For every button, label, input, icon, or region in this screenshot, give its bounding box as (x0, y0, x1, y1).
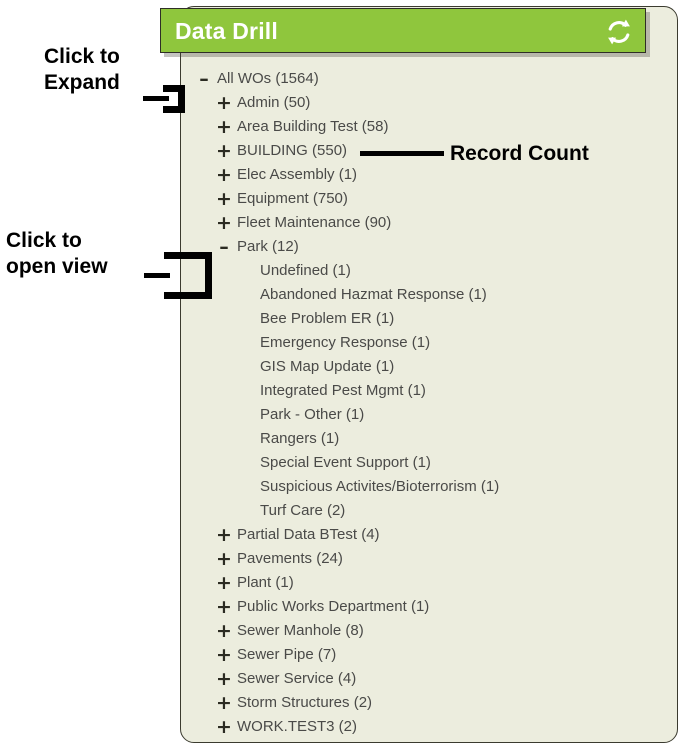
tree-row[interactable]: Rangers (1) (181, 427, 677, 451)
tree-row[interactable]: + Sewer Manhole (8) (181, 619, 677, 643)
tree-row[interactable]: + Storm Structures (2) (181, 691, 677, 715)
tree-row[interactable]: + Plant (1) (181, 571, 677, 595)
tree-item-label: All WOs (1564) (217, 70, 319, 87)
panel-header: Data Drill (160, 8, 646, 53)
tree-row[interactable]: GIS Map Update (1) (181, 355, 677, 379)
tree-row[interactable]: Integrated Pest Mgmt (1) (181, 379, 677, 403)
tree-item-label: Public Works Department (1) (237, 598, 430, 615)
tree-item-label: Equipment (750) (237, 190, 348, 207)
record-count-leader-line (360, 151, 444, 156)
data-drill-tree: – All WOs (1564) + Admin (50) + Area Building… (181, 67, 677, 739)
tree-row[interactable]: Special Event Support (1) (181, 451, 677, 475)
tree-item-label: Rangers (1) (260, 430, 340, 447)
tree-item-label: Park - Other (1) (260, 406, 365, 423)
tree-row[interactable]: Park - Other (1) (181, 403, 677, 427)
plus-icon[interactable]: + (215, 118, 233, 137)
tree-item-label: Special Event Support (1) (260, 454, 431, 471)
plus-icon[interactable]: + (215, 526, 233, 545)
tree-row[interactable]: + Equipment (750) (181, 187, 677, 211)
plus-icon[interactable]: + (215, 214, 233, 233)
tree-item-label: Admin (50) (237, 94, 311, 111)
tree-item-label: Plant (1) (237, 574, 294, 591)
plus-icon[interactable]: + (215, 670, 233, 689)
data-drill-panel: – All WOs (1564) + Admin (50) + Area Building… (180, 6, 678, 743)
tree-row[interactable]: Abandoned Hazmat Response (1) (181, 283, 677, 307)
page-title: Data Drill (175, 18, 278, 44)
tree-item-label: Emergency Response (1) (260, 334, 431, 351)
tree-row[interactable]: Suspicious Activites/Bioterrorism (1) (181, 475, 677, 499)
tree-item-label: Abandoned Hazmat Response (1) (260, 286, 487, 303)
tree-row[interactable]: Bee Problem ER (1) (181, 307, 677, 331)
tree-item-label: Sewer Service (4) (237, 670, 357, 687)
tree-row[interactable]: Turf Care (2) (181, 499, 677, 523)
plus-icon[interactable]: + (215, 598, 233, 617)
tree-item-label: WORK.TEST3 (2) (237, 718, 358, 735)
tree-item-label: Suspicious Activites/Bioterrorism (1) (260, 478, 500, 495)
tree-row[interactable]: + WORK.TEST3 (2) (181, 715, 677, 739)
tree-item-label: Bee Problem ER (1) (260, 310, 395, 327)
open-view-callout-bracket (164, 252, 212, 299)
tree-row[interactable]: + Fleet Maintenance (90) (181, 211, 677, 235)
plus-icon[interactable]: + (215, 646, 233, 665)
tree-row[interactable]: + Pavements (24) (181, 547, 677, 571)
expand-callout-bracket (163, 85, 185, 113)
plus-icon[interactable]: + (215, 142, 233, 161)
tree-item-label: Fleet Maintenance (90) (237, 214, 392, 231)
tree-row[interactable]: + Partial Data BTest (4) (181, 523, 677, 547)
plus-icon[interactable]: + (215, 694, 233, 713)
tree-row[interactable]: Undefined (1) (181, 259, 677, 283)
tree-item-label: Storm Structures (2) (237, 694, 373, 711)
tree-item-label: Partial Data BTest (4) (237, 526, 380, 543)
tree-item-label: Sewer Pipe (7) (237, 646, 337, 663)
plus-icon[interactable]: + (215, 550, 233, 569)
tree-item-label: Sewer Manhole (8) (237, 622, 364, 639)
tree-item-label: Elec Assembly (1) (237, 166, 358, 183)
minus-icon[interactable]: – (215, 238, 233, 257)
tree-row[interactable]: + Public Works Department (1) (181, 595, 677, 619)
tree-row[interactable]: + Sewer Pipe (7) (181, 643, 677, 667)
tree-item-label: Integrated Pest Mgmt (1) (260, 382, 426, 399)
tree-row[interactable]: + Elec Assembly (1) (181, 163, 677, 187)
plus-icon[interactable]: + (215, 166, 233, 185)
refresh-icon[interactable] (603, 16, 635, 48)
annotation-click-to-open-view: Click to open view (6, 229, 108, 278)
plus-icon[interactable]: + (215, 190, 233, 209)
tree-row[interactable]: + Sewer Service (4) (181, 667, 677, 691)
tree-item-label: Pavements (24) (237, 550, 343, 567)
tree-item-label: Area Building Test (58) (237, 118, 389, 135)
plus-icon[interactable]: + (215, 574, 233, 593)
plus-icon[interactable]: + (215, 94, 233, 113)
tree-item-label: GIS Map Update (1) (260, 358, 395, 375)
annotation-click-to-expand: Click to Expand (44, 45, 120, 94)
tree-row[interactable]: + Admin (50) (181, 91, 677, 115)
tree-row[interactable]: Emergency Response (1) (181, 331, 677, 355)
annotation-record-count: Record Count (450, 142, 589, 165)
tree-item-label: BUILDING (550) (237, 142, 348, 159)
tree-item-label: Turf Care (2) (260, 502, 346, 519)
tree-row[interactable]: – All WOs (1564) (181, 67, 677, 91)
tree-item-label: Undefined (1) (260, 262, 351, 279)
tree-item-label: Park (12) (237, 238, 299, 255)
plus-icon[interactable]: + (215, 622, 233, 641)
plus-icon[interactable]: + (215, 718, 233, 737)
minus-icon[interactable]: – (195, 70, 213, 89)
tree-row[interactable]: – Park (12) (181, 235, 677, 259)
tree-row[interactable]: + Area Building Test (58) (181, 115, 677, 139)
